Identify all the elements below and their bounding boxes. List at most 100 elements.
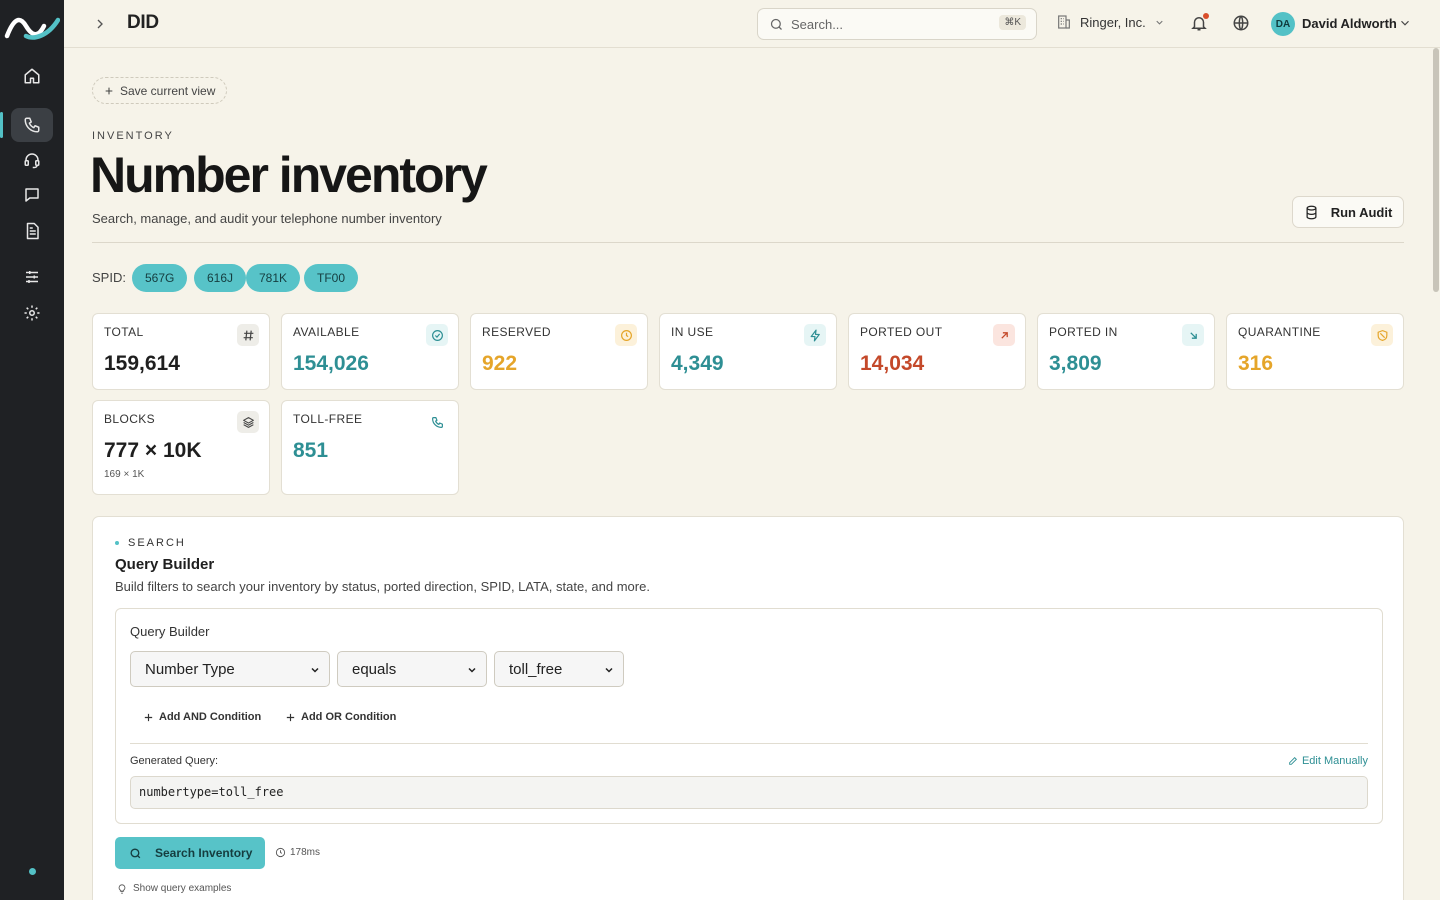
stat-card-quarantine[interactable]: QUARANTINE 316: [1226, 313, 1404, 390]
global-search-input[interactable]: Search... ⌘K: [757, 8, 1037, 40]
user-name[interactable]: David Aldworth: [1302, 16, 1397, 31]
query-builder-divider: [130, 743, 1368, 744]
query-builder-panel: SEARCH Query Builder Build filters to se…: [92, 516, 1404, 900]
stat-card-reserved[interactable]: RESERVED 922: [470, 313, 648, 390]
hash-icon: [237, 324, 259, 346]
database-icon: [1306, 205, 1317, 219]
sidebar-item-home[interactable]: [11, 59, 53, 93]
notification-badge: [1203, 13, 1209, 19]
chevron-down-icon: [468, 667, 476, 673]
save-view-label: Save current view: [120, 83, 216, 98]
stat-label: AVAILABLE: [293, 325, 360, 339]
search-shortcut-badge: ⌘K: [999, 15, 1026, 30]
operator-select-value: equals: [352, 660, 397, 678]
stat-label: IN USE: [671, 325, 714, 339]
stat-value: 851: [293, 439, 329, 462]
stat-card-in-use[interactable]: IN USE 4,349: [659, 313, 837, 390]
value-select[interactable]: toll_free: [494, 651, 624, 687]
headset-icon: [24, 153, 40, 169]
stat-card-total[interactable]: TOTAL 159,614: [92, 313, 270, 390]
query-timing: 178ms: [275, 847, 320, 858]
field-select[interactable]: Number Type: [130, 651, 330, 687]
search-eyebrow-label: SEARCH: [128, 537, 186, 549]
add-or-condition-button[interactable]: Add OR Condition: [285, 711, 396, 723]
stat-label: BLOCKS: [104, 412, 156, 426]
arrow-down-right-icon: [1182, 324, 1204, 346]
edit-manually-label: Edit Manually: [1301, 755, 1368, 767]
run-audit-label: Run Audit: [1330, 204, 1393, 220]
stat-label: PORTED OUT: [860, 325, 943, 339]
search-icon: [770, 18, 782, 30]
chevron-right-icon[interactable]: [92, 16, 108, 32]
stat-card-available[interactable]: AVAILABLE 154,026: [281, 313, 459, 390]
stat-label: RESERVED: [482, 325, 552, 339]
org-switcher[interactable]: Ringer, Inc.: [1056, 14, 1165, 30]
stat-card-toll-free[interactable]: TOLL-FREE 851: [281, 400, 459, 495]
avatar[interactable]: DA: [1271, 12, 1295, 36]
stat-card-ported-out[interactable]: PORTED OUT 14,034: [848, 313, 1026, 390]
connection-status-dot: [29, 868, 36, 875]
stat-subvalue: 169 × 1K: [104, 469, 145, 480]
pencil-icon: [1289, 757, 1297, 765]
stat-value: 777 × 10K: [104, 439, 202, 462]
value-select-value: toll_free: [509, 660, 563, 678]
home-icon: [24, 68, 40, 84]
sidebar-item-filters[interactable]: [11, 260, 53, 294]
search-placeholder: Search...: [791, 17, 844, 32]
page-subtitle: Search, manage, and audit your telephone…: [92, 211, 442, 226]
sidebar-item-documents[interactable]: [11, 214, 53, 248]
chevron-down-icon[interactable]: [1398, 16, 1412, 30]
shield-icon: [1371, 324, 1393, 346]
globe-icon[interactable]: [1232, 14, 1250, 32]
stat-value: 3,809: [1049, 352, 1102, 375]
page-crumb: DID: [127, 12, 159, 33]
search-eyebrow: SEARCH: [115, 537, 186, 549]
stat-card-blocks[interactable]: BLOCKS 777 × 10K 169 × 1K: [92, 400, 270, 495]
document-icon: [26, 222, 39, 240]
stat-label: TOLL-FREE: [293, 412, 363, 426]
phone-icon: [24, 117, 40, 133]
stat-card-ported-in[interactable]: PORTED IN 3,809: [1037, 313, 1215, 390]
field-select-value: Number Type: [145, 660, 235, 678]
search-inventory-button[interactable]: Search Inventory: [115, 837, 265, 869]
sidebar-item-messages[interactable]: [11, 178, 53, 212]
search-icon: [130, 847, 141, 858]
spid-chip[interactable]: 567G: [132, 264, 188, 292]
edit-manually-link[interactable]: Edit Manually: [1288, 755, 1368, 767]
spid-chip[interactable]: 781K: [246, 264, 301, 292]
save-view-button[interactable]: Save current view: [92, 77, 228, 104]
add-and-label: Add AND Condition: [159, 711, 262, 723]
stat-label: PORTED IN: [1049, 325, 1118, 339]
stat-value: 316: [1238, 352, 1274, 375]
accent-dot: [115, 541, 119, 545]
sidebar: [0, 0, 64, 900]
plus-icon: [105, 87, 113, 94]
spid-chip[interactable]: 616J: [194, 264, 247, 292]
org-name: Ringer, Inc.: [1080, 14, 1146, 30]
add-and-condition-button[interactable]: Add AND Condition: [143, 711, 261, 723]
stat-label: TOTAL: [104, 325, 144, 339]
query-builder-title: Query Builder: [115, 556, 215, 573]
query-builder-box-title: Query Builder: [130, 624, 210, 639]
spid-chip[interactable]: TF00: [304, 264, 359, 292]
query-builder-description: Build filters to search your inventory b…: [115, 579, 650, 594]
add-or-label: Add OR Condition: [301, 711, 397, 723]
sidebar-item-settings[interactable]: [11, 296, 53, 330]
generated-query-field[interactable]: numbertype=toll_free: [130, 776, 1368, 809]
logo[interactable]: [4, 10, 60, 44]
sliders-icon: [26, 271, 38, 283]
gear-icon: [24, 305, 40, 321]
scrollbar[interactable]: [1433, 48, 1439, 900]
show-query-examples-link[interactable]: Show query examples: [117, 883, 231, 894]
stat-value: 14,034: [860, 352, 925, 375]
scrollbar-thumb[interactable]: [1433, 48, 1439, 292]
layers-icon: [237, 411, 259, 433]
check-circle-icon: [426, 324, 448, 346]
sidebar-item-support[interactable]: [11, 143, 53, 177]
operator-select[interactable]: equals: [337, 651, 487, 687]
stat-label: QUARANTINE: [1238, 325, 1321, 339]
sidebar-item-phone[interactable]: [0, 108, 53, 142]
chevron-down-icon: [311, 667, 319, 673]
section-eyebrow: INVENTORY: [92, 130, 174, 142]
run-audit-button[interactable]: Run Audit: [1292, 196, 1404, 228]
